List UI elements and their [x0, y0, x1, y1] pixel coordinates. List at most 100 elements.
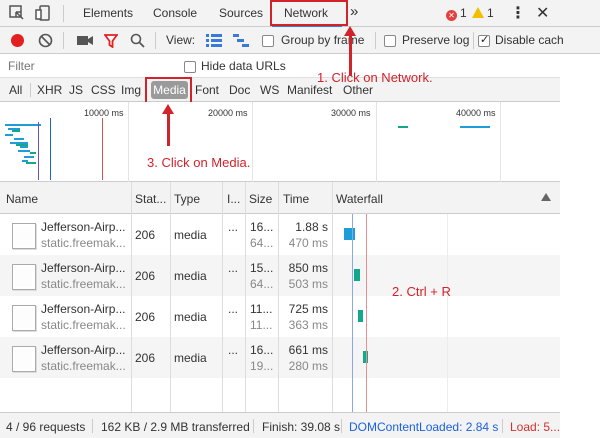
annotation-step1: 1. Click on Network.: [317, 70, 433, 85]
table-row[interactable]: Jefferson-Airp... static.freemak... 206 med…: [0, 296, 560, 337]
preserve-log-checkbox[interactable]: [384, 34, 396, 48]
column-header-name[interactable]: Name: [6, 192, 38, 206]
annotation-arrow-media: [167, 112, 170, 146]
separator: [63, 32, 64, 49]
annotation-arrowhead-media: [162, 104, 174, 114]
transferred-size: 162 KB / 2.9 MB transferred: [101, 420, 250, 434]
group-by-frame-checkbox[interactable]: [262, 34, 274, 48]
type-filter-other[interactable]: Other: [343, 83, 373, 97]
size: 16...: [250, 343, 274, 357]
request-count: 4 / 96 requests: [6, 420, 86, 434]
resource-type: media: [174, 310, 207, 324]
type-filter-js[interactable]: JS: [69, 83, 83, 97]
column-header-initiator[interactable]: I...: [227, 192, 240, 206]
clear-icon[interactable]: [38, 33, 53, 51]
large-rows-icon[interactable]: [206, 34, 222, 50]
sort-ascending-icon[interactable]: [541, 193, 551, 201]
disable-cache-checkbox[interactable]: [478, 33, 490, 48]
filter-icon[interactable]: [103, 34, 119, 51]
separator: [341, 419, 342, 433]
initiator: ...: [228, 220, 239, 234]
error-icon: ✕: [446, 10, 457, 21]
camera-icon[interactable]: [77, 34, 93, 50]
separator: [63, 5, 64, 22]
request-name: Jefferson-Airp...: [41, 302, 126, 316]
column-header-waterfall[interactable]: Waterfall: [336, 192, 383, 206]
request-name: Jefferson-Airp...: [41, 343, 126, 357]
kebab-menu-icon[interactable]: ⋮: [510, 3, 526, 23]
initiator: ...: [228, 343, 239, 357]
media-highlight-box: [145, 77, 192, 105]
type-filter-doc[interactable]: Doc: [229, 83, 250, 97]
separator: [155, 32, 156, 49]
file-icon: [12, 264, 36, 290]
type-filter-all[interactable]: All: [9, 83, 22, 97]
waterfall-bar[interactable]: [358, 310, 363, 322]
column-header-size[interactable]: Size: [249, 192, 272, 206]
resource-type: media: [174, 351, 207, 365]
column-header-status[interactable]: Stat...: [135, 192, 166, 206]
waterfall-bar[interactable]: [344, 228, 355, 240]
separator: [30, 83, 31, 97]
request-domain: static.freemak...: [41, 318, 126, 332]
table-row[interactable]: Jefferson-Airp... static.freemak... 206 med…: [0, 255, 560, 296]
separator: [92, 419, 93, 433]
resource-size: 64...: [250, 277, 274, 291]
separator: [502, 419, 503, 433]
tab-sources[interactable]: Sources: [219, 6, 263, 20]
resource-size: 64...: [250, 236, 274, 250]
waterfall-view-icon[interactable]: [233, 34, 249, 50]
close-icon[interactable]: ✕: [536, 3, 549, 23]
resource-type: media: [174, 269, 207, 283]
type-filter-manifest[interactable]: Manifest: [287, 83, 332, 97]
annotation-step2: 2. Ctrl + R: [392, 284, 451, 299]
separator: [253, 419, 254, 433]
tab-console[interactable]: Console: [153, 6, 197, 20]
status-code: 206: [135, 269, 156, 283]
type-filter-font[interactable]: Font: [195, 83, 219, 97]
hide-data-urls-checkbox[interactable]: [184, 60, 196, 74]
request-domain: static.freemak...: [41, 277, 126, 291]
filter-row: Hide data URLs: [0, 54, 600, 78]
column-header-time[interactable]: Time: [283, 192, 309, 206]
request-domain: static.freemak...: [41, 236, 126, 250]
record-icon[interactable]: [11, 34, 24, 47]
resource-size: 11...: [250, 318, 273, 332]
column-header-type[interactable]: Type: [174, 192, 200, 206]
type-filter-img[interactable]: Img: [121, 83, 141, 97]
tab-elements[interactable]: Elements: [83, 6, 133, 20]
search-icon[interactable]: [130, 33, 145, 51]
latency: 280 ms: [288, 359, 328, 373]
more-tabs-button[interactable]: »: [350, 3, 358, 20]
type-filter-css[interactable]: CSS: [91, 83, 116, 97]
status-code: 206: [135, 310, 156, 324]
waterfall-bar[interactable]: [354, 269, 360, 281]
finish-time: Finish: 39.08 s: [262, 420, 341, 434]
domcontentloaded-time: DOMContentLoaded: 2.84 s: [349, 420, 499, 434]
latency: 503 ms: [288, 277, 328, 291]
initiator: ...: [228, 261, 239, 275]
hide-data-urls-label: Hide data URLs: [201, 59, 286, 73]
domcontentloaded-marker: [352, 214, 353, 412]
separator: [473, 32, 474, 49]
annotation-arrowhead-network: [344, 26, 356, 36]
size: 15...: [250, 261, 274, 275]
network-highlight-box: [270, 0, 348, 26]
time: 850 ms: [288, 261, 328, 275]
warning-count-badge[interactable]: 1: [472, 6, 494, 20]
table-row[interactable]: Jefferson-Airp... static.freemak... 206 med…: [0, 214, 560, 255]
type-filter-ws[interactable]: WS: [260, 83, 279, 97]
load-time: Load: 5...: [510, 420, 561, 434]
warning-icon: [472, 7, 484, 18]
error-count-badge[interactable]: ✕ 1: [446, 6, 467, 21]
warning-count: 1: [487, 6, 494, 20]
filter-input[interactable]: [3, 57, 183, 75]
table-row[interactable]: Jefferson-Airp... static.freemak... 206 med…: [0, 337, 560, 378]
time: 661 ms: [288, 343, 328, 357]
column-divider: [170, 182, 171, 412]
device-toolbar-icon[interactable]: [35, 4, 53, 22]
network-toolbar: View: Group by frame Preserve log Disabl…: [0, 27, 600, 54]
waterfall-grid-line: [447, 214, 448, 412]
type-filter-xhr[interactable]: XHR: [37, 83, 62, 97]
inspect-element-icon[interactable]: [8, 4, 26, 22]
